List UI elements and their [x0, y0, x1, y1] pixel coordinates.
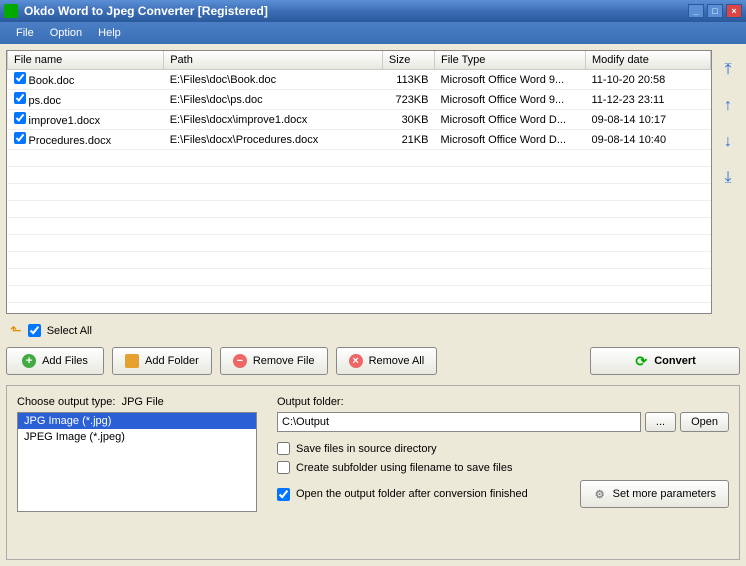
output-type-label: Choose output type: JPG File: [17, 396, 257, 408]
x-icon: ×: [349, 354, 363, 368]
up-folder-icon[interactable]: ⬑: [10, 322, 22, 339]
title-bar: Okdo Word to Jpeg Converter [Registered]…: [0, 0, 746, 22]
move-top-button[interactable]: ⤒: [718, 60, 738, 80]
plus-icon: +: [22, 354, 36, 368]
table-row[interactable]: ps.doc E:\Files\doc\ps.doc 723KB Microso…: [8, 90, 711, 110]
folder-icon: [125, 354, 139, 368]
row-checkbox[interactable]: [14, 112, 26, 124]
move-up-button[interactable]: ↑: [718, 96, 738, 116]
col-size[interactable]: Size: [382, 51, 434, 70]
window-title: Okdo Word to Jpeg Converter [Registered]: [24, 4, 685, 18]
table-row[interactable]: Book.doc E:\Files\doc\Book.doc 113KB Mic…: [8, 70, 711, 90]
file-list[interactable]: File name Path Size File Type Modify dat…: [6, 50, 712, 314]
row-checkbox[interactable]: [14, 72, 26, 84]
save-source-label: Save files in source directory: [296, 443, 437, 455]
close-button[interactable]: ×: [726, 4, 742, 18]
col-path[interactable]: Path: [164, 51, 383, 70]
subfolder-label: Create subfolder using filename to save …: [296, 462, 512, 474]
add-folder-button[interactable]: Add Folder: [112, 347, 212, 375]
move-down-button[interactable]: ↓: [718, 132, 738, 152]
row-checkbox[interactable]: [14, 92, 26, 104]
table-row[interactable]: Procedures.docx E:\Files\docx\Procedures…: [8, 130, 711, 150]
browse-button[interactable]: ...: [645, 412, 676, 432]
col-date[interactable]: Modify date: [585, 51, 710, 70]
minus-icon: −: [233, 354, 247, 368]
move-bottom-button[interactable]: ⤓: [718, 168, 738, 188]
convert-button[interactable]: ⟳Convert: [590, 347, 740, 375]
output-type-list[interactable]: JPG Image (*.jpg)JPEG Image (*.jpeg): [17, 412, 257, 512]
output-type-option[interactable]: JPG Image (*.jpg): [18, 413, 256, 429]
output-folder-input[interactable]: [277, 412, 641, 432]
col-type[interactable]: File Type: [434, 51, 585, 70]
output-type-option[interactable]: JPEG Image (*.jpeg): [18, 429, 256, 445]
remove-file-button[interactable]: −Remove File: [220, 347, 328, 375]
open-after-checkbox[interactable]: [277, 488, 290, 501]
convert-icon: ⟳: [634, 354, 648, 368]
subfolder-checkbox[interactable]: [277, 461, 290, 474]
set-more-parameters-button[interactable]: ⚙Set more parameters: [580, 480, 729, 508]
select-all-checkbox[interactable]: [28, 324, 41, 337]
col-filename[interactable]: File name: [8, 51, 164, 70]
gear-icon: ⚙: [593, 487, 607, 501]
app-icon: [4, 4, 18, 18]
save-source-checkbox[interactable]: [277, 442, 290, 455]
add-files-button[interactable]: +Add Files: [6, 347, 104, 375]
minimize-button[interactable]: _: [688, 4, 704, 18]
menu-bar: File Option Help: [0, 22, 746, 44]
open-after-label: Open the output folder after conversion …: [296, 488, 528, 500]
remove-all-button[interactable]: ×Remove All: [336, 347, 438, 375]
menu-option[interactable]: Option: [42, 25, 90, 41]
menu-file[interactable]: File: [8, 25, 42, 41]
row-checkbox[interactable]: [14, 132, 26, 144]
maximize-button[interactable]: □: [707, 4, 723, 18]
open-button[interactable]: Open: [680, 412, 729, 432]
menu-help[interactable]: Help: [90, 25, 129, 41]
select-all-label: Select All: [47, 325, 92, 337]
output-folder-label: Output folder:: [277, 396, 729, 408]
table-row[interactable]: improve1.docx E:\Files\docx\improve1.doc…: [8, 110, 711, 130]
